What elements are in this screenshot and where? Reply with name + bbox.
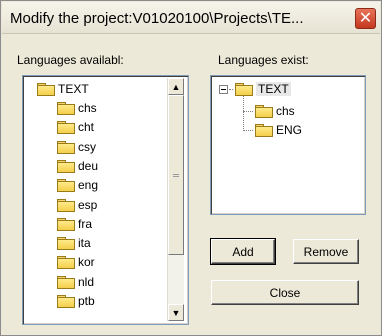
folder-icon [57,295,75,308]
available-item-label: csy [78,139,96,154]
dialog-title: Modify the project:V01020100\Projects\TE… [10,10,304,27]
available-item[interactable]: cht [57,118,94,136]
scrollbar-thumb[interactable] [168,95,184,255]
title-bar[interactable]: Modify the project:V01020100\Projects\TE… [2,2,380,34]
folder-icon [57,179,75,193]
available-item[interactable]: csy [57,138,96,156]
folder-icon [57,217,75,231]
existing-item-label: ENG [276,123,303,137]
modify-project-dialog: Modify the project:V01020100\Projects\TE… [0,0,382,336]
folder-icon [57,256,75,270]
available-item[interactable]: fra [57,215,92,233]
folder-icon [255,124,273,137]
add-button[interactable]: Add [210,238,276,265]
tree-connector [243,111,253,112]
available-item[interactable]: deu [57,157,98,175]
scroll-down-arrow-icon[interactable]: ▼ [168,304,184,321]
available-languages-list[interactable]: TEXT chs cht csy deu eng esp fra ita kor nld ptb ▲… [22,75,189,325]
available-item[interactable]: eng [57,176,98,194]
available-item-label: esp [78,197,98,212]
available-item[interactable]: nld [57,273,94,291]
existing-languages-label: Languages exist: [218,53,309,67]
folder-icon [37,83,55,96]
available-item-label: chs [78,101,97,115]
available-item-label: fra [78,216,93,231]
folder-icon [255,105,273,118]
tree-collapse-icon[interactable] [219,85,228,94]
folder-icon [235,83,253,96]
remove-button[interactable]: Remove [293,239,359,264]
scroll-up-arrow-icon[interactable]: ▲ [168,78,184,95]
available-item-label: nld [78,274,95,289]
available-item[interactable]: esp [57,196,97,214]
existing-item-chs[interactable]: chs [255,102,295,120]
folder-icon [57,140,75,154]
scrollbar-grip [173,173,179,177]
folder-icon [57,237,75,251]
folder-icon [57,159,75,173]
tree-connector [229,89,233,90]
available-item-label: cht [78,120,95,135]
available-root-label: TEXT [58,82,89,96]
folder-icon [57,121,75,135]
available-item-label: deu [78,158,99,173]
existing-item-label: chs [276,104,295,118]
available-root-item[interactable]: TEXT [37,80,89,98]
available-languages-label: Languages availabl: [17,53,124,67]
tree-connector [243,130,253,131]
tree-connector [243,96,244,131]
available-item[interactable]: ptb [57,292,95,310]
available-item[interactable]: kor [57,253,95,271]
available-item-label: ita [78,236,91,251]
available-item-label: ptb [78,294,95,308]
existing-languages-tree[interactable]: TEXT chs ENG [210,75,366,215]
available-item-label: kor [78,255,95,270]
close-button[interactable]: Close [211,280,359,305]
folder-icon [57,102,75,115]
available-item[interactable]: ita [57,234,91,252]
existing-item-eng[interactable]: ENG [255,121,302,139]
available-list-scrollbar[interactable]: ▲ ▼ [167,78,184,321]
close-icon[interactable]: ✕ [355,8,376,29]
folder-icon [57,198,75,212]
existing-root-label: TEXT [256,82,291,96]
folder-icon [57,275,75,289]
available-item[interactable]: chs [57,99,97,117]
available-item-label: eng [78,178,99,193]
